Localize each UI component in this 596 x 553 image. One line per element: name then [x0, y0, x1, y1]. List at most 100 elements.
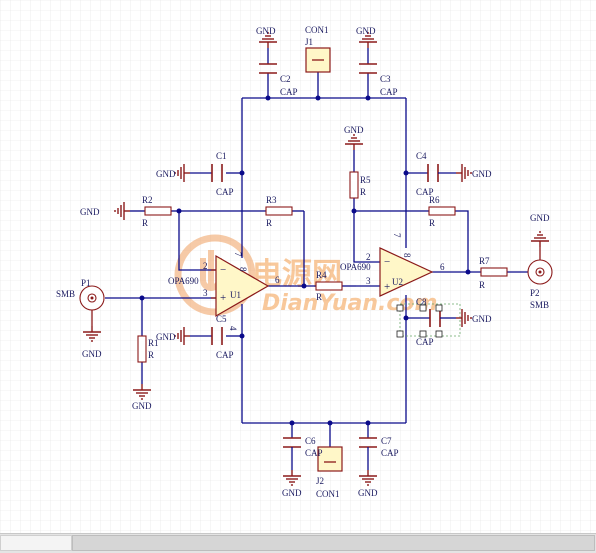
selection-handle[interactable]	[396, 330, 404, 338]
u2-pin2: 2	[366, 252, 371, 262]
resistor-body	[315, 281, 343, 291]
junction	[365, 95, 371, 101]
p2-type: SMB	[530, 300, 549, 310]
c6-designator: C6	[305, 436, 316, 446]
j2-model: CON1	[316, 489, 340, 499]
gnd-label: GND	[82, 349, 102, 359]
c5-value: CAP	[216, 350, 234, 360]
r6-value: R	[429, 218, 435, 228]
minus-sign: −	[220, 264, 226, 276]
c1-designator: C1	[216, 151, 227, 161]
gnd-label: GND	[530, 213, 550, 223]
r7-designator: R7	[479, 256, 490, 266]
junction	[289, 420, 295, 426]
u1-pin3: 3	[203, 288, 208, 298]
watermark-url: DianYuan.com	[262, 291, 437, 316]
c2-designator: C2	[280, 74, 291, 84]
j1-designator: J1	[305, 37, 313, 47]
plus-sign: +	[384, 281, 390, 293]
junction	[327, 420, 333, 426]
p1-designator: P1	[81, 278, 91, 288]
r2-value: R	[142, 218, 148, 228]
connector-j1[interactable]: CON1 J1	[305, 25, 331, 73]
scrollbar-track-left[interactable]	[0, 535, 72, 551]
u2-model: OPA690	[340, 262, 371, 272]
r4-designator: R4	[316, 270, 327, 280]
r7-value: R	[479, 280, 485, 290]
c3-value: CAP	[380, 87, 398, 97]
junction	[176, 208, 182, 214]
p1-type: SMB	[56, 289, 75, 299]
scrollbar-thumb[interactable]	[72, 535, 595, 551]
u2-designator: U2	[392, 277, 403, 287]
resistor-body	[428, 206, 456, 216]
u1-designator: U1	[230, 290, 241, 300]
junction	[265, 95, 271, 101]
u1-model: OPA690	[168, 276, 199, 286]
r4-value: R	[316, 292, 322, 302]
c3-designator: C3	[380, 74, 391, 84]
j1-model: CON1	[305, 25, 329, 35]
junction	[139, 295, 145, 301]
gnd-label: GND	[80, 207, 100, 217]
resistor-body	[480, 267, 508, 277]
junction	[315, 95, 321, 101]
gnd-label: GND	[358, 488, 378, 498]
junction	[239, 333, 245, 339]
minus-sign: −	[384, 256, 390, 268]
gnd-label: GND	[156, 332, 176, 342]
junction	[301, 283, 307, 289]
junction	[465, 269, 471, 275]
gnd-label: GND	[256, 26, 276, 36]
gnd-label: GND	[156, 169, 176, 179]
r3-designator: R3	[266, 195, 277, 205]
c7-value: CAP	[381, 448, 399, 458]
gnd-label: GND	[356, 26, 376, 36]
gnd-label: GND	[344, 125, 364, 135]
r2-designator: R2	[142, 195, 153, 205]
u2-pin6: 6	[440, 262, 445, 272]
u1-pin6: 6	[275, 275, 280, 285]
plus-sign: +	[220, 292, 226, 304]
selection-handle[interactable]	[419, 330, 427, 338]
p2-designator: P2	[530, 288, 540, 298]
r6-designator: R6	[429, 195, 440, 205]
junction	[403, 170, 409, 176]
junction	[403, 315, 409, 321]
c8-value: CAP	[416, 337, 434, 347]
schematic-canvas[interactable]: 电源网 DianYuan.com CON1 J1 J2 CON1 GND C2 …	[0, 0, 596, 552]
r3-value: R	[266, 218, 272, 228]
junction	[365, 420, 371, 426]
smb-pin	[538, 270, 542, 274]
c1-value: CAP	[216, 187, 234, 197]
selection-handle[interactable]	[435, 330, 443, 338]
c2-value: CAP	[280, 87, 298, 97]
c5-designator: C5	[216, 314, 227, 324]
gnd-label: GND	[472, 169, 492, 179]
selection-handle[interactable]	[419, 304, 427, 312]
gnd-label: GND	[282, 488, 302, 498]
selection-handle[interactable]	[435, 304, 443, 312]
u1-pin8: 8	[238, 267, 248, 272]
resistor-body	[349, 171, 359, 199]
c4-designator: C4	[416, 151, 427, 161]
resistor-body	[144, 206, 172, 216]
r1-value: R	[148, 350, 154, 360]
r5-designator: R5	[360, 175, 371, 185]
u1-pin7: 7	[233, 252, 243, 257]
selection-handle[interactable]	[396, 304, 404, 312]
resistor-body	[265, 206, 293, 216]
gnd-label: GND	[472, 314, 492, 324]
r5-value: R	[360, 187, 366, 197]
gnd-label: GND	[132, 401, 152, 411]
smb-pin	[90, 296, 94, 300]
u1-pin2: 2	[203, 261, 208, 271]
junction	[351, 208, 357, 214]
u1-pin4: 4	[228, 326, 238, 331]
c7-designator: C7	[381, 436, 392, 446]
j2-designator: J2	[316, 476, 324, 486]
resistor-body	[137, 335, 147, 363]
u2-pin3: 3	[366, 276, 371, 286]
c6-value: CAP	[305, 448, 323, 458]
junction	[239, 170, 245, 176]
